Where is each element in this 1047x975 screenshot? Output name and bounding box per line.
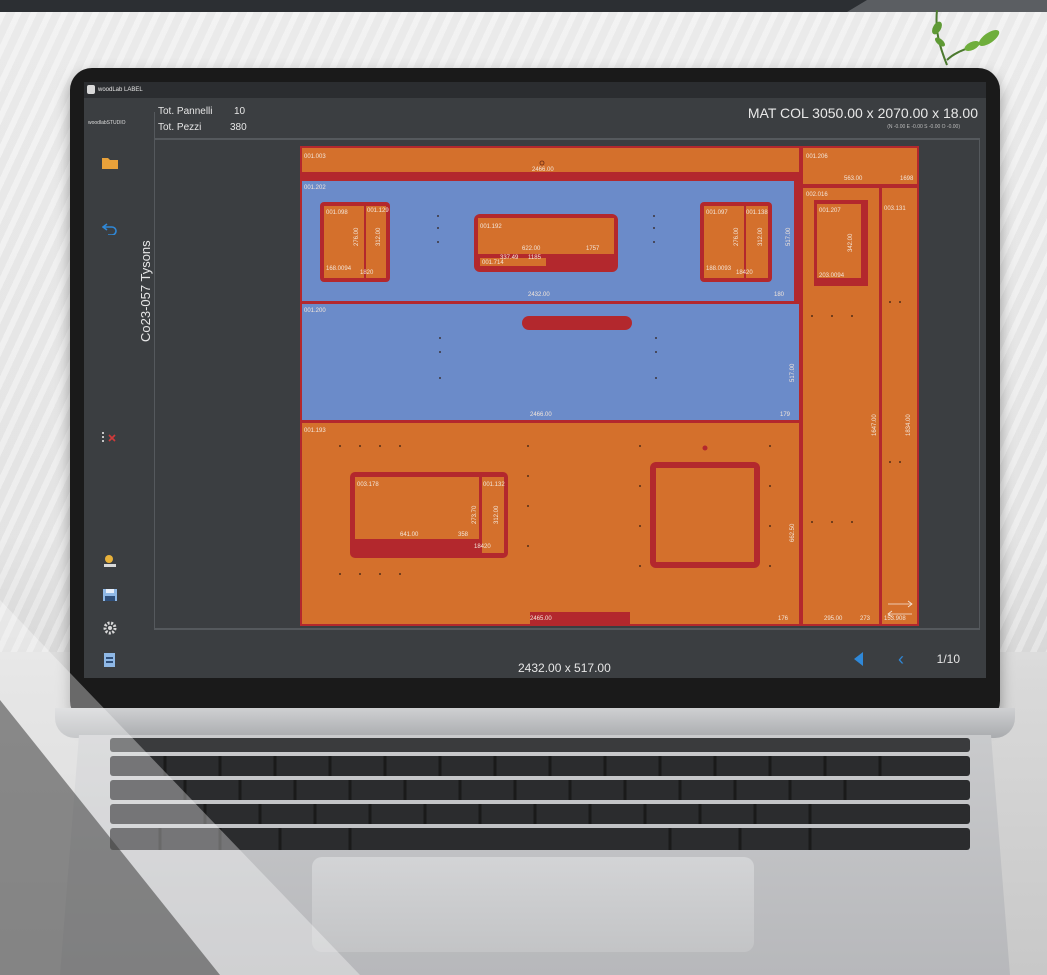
svg-text:001.138: 001.138	[746, 210, 768, 216]
svg-text:001.192: 001.192	[480, 224, 502, 230]
svg-text:168.0094: 168.0094	[326, 266, 352, 272]
svg-text:2466.00: 2466.00	[532, 167, 554, 173]
folder-icon[interactable]	[102, 156, 118, 173]
svg-text:2465.00: 2465.00	[530, 616, 552, 622]
svg-text:001.200: 001.200	[304, 308, 326, 314]
svg-text:003.131: 003.131	[884, 206, 906, 212]
svg-text:180: 180	[774, 292, 785, 298]
keyboard	[110, 738, 970, 850]
window-title: woodLab LABEL	[98, 87, 143, 93]
panels-label: Tot. Pannelli	[158, 106, 213, 117]
svg-text:001.207: 001.207	[819, 208, 841, 214]
svg-text:517.00: 517.00	[790, 363, 796, 382]
svg-text:273: 273	[860, 616, 871, 622]
svg-text:001.193: 001.193	[304, 428, 326, 434]
first-page-button[interactable]	[854, 652, 863, 666]
app-screen: woodLab LABEL woodlabSTUDIO Co23-057 Tys…	[84, 82, 986, 678]
laptop-hinge	[55, 708, 1015, 738]
svg-text:662.50: 662.50	[790, 523, 796, 542]
svg-text:1820: 1820	[360, 270, 374, 276]
sidebar: woodlabSTUDIO	[84, 98, 136, 678]
svg-text:18420: 18420	[736, 270, 753, 276]
prev-page-chevron-icon[interactable]: ‹	[898, 650, 904, 668]
svg-text:1185: 1185	[528, 255, 542, 261]
svg-text:001.129: 001.129	[367, 208, 389, 214]
svg-text:312.00: 312.00	[758, 227, 764, 246]
svg-text:203.0094: 203.0094	[819, 273, 845, 279]
material-offsets: (N -0.00 E -0.00 S -0.00 O -0.00)	[887, 124, 960, 130]
svg-text:003.178: 003.178	[357, 482, 379, 488]
undo-icon[interactable]	[101, 222, 118, 239]
svg-text:001.003: 001.003	[304, 154, 326, 160]
material-title: MAT COL 3050.00 x 2070.00 x 18.00	[747, 105, 978, 121]
panel-001-193[interactable]: 001.193 2465.00 176 662.50 003.178 001.1…	[302, 423, 799, 624]
svg-text:176: 176	[778, 616, 789, 622]
svg-text:563.00: 563.00	[844, 176, 863, 182]
svg-text:276.00: 276.00	[354, 227, 360, 246]
svg-text:517.00: 517.00	[786, 227, 792, 246]
svg-text:273.70: 273.70	[472, 505, 478, 524]
export-file-icon[interactable]	[102, 652, 118, 672]
svg-text:1698: 1698	[900, 176, 914, 182]
svg-text:641.00: 641.00	[400, 532, 419, 538]
svg-text:295.00: 295.00	[824, 616, 843, 622]
project-name: Co23-057 Tysons	[138, 240, 153, 342]
panel-001-206[interactable]: 001.206 563.00 1698	[803, 148, 917, 184]
svg-text:2432.00: 2432.00	[528, 292, 550, 298]
svg-text:337.49: 337.49	[500, 255, 519, 261]
panels-value: 10	[234, 106, 246, 117]
svg-text:001.097: 001.097	[706, 210, 728, 216]
panel-001-202[interactable]: 001.202 2432.00 180 517.00 001.098 001.1…	[302, 181, 794, 301]
svg-text:18420: 18420	[474, 544, 491, 550]
svg-text:312.00: 312.00	[494, 505, 500, 524]
save-icon[interactable]	[102, 588, 118, 606]
svg-text:153.908: 153.908	[884, 616, 906, 622]
pieces-value: 380	[230, 122, 247, 133]
svg-text:001.206: 001.206	[806, 154, 828, 160]
brand-label: woodlabSTUDIO	[88, 120, 126, 126]
panel-001-003[interactable]: 001.003 2466.00	[302, 148, 799, 178]
window-titlebar: woodLab LABEL	[84, 82, 986, 98]
svg-text:312.00: 312.00	[376, 227, 382, 246]
trackpad	[312, 857, 754, 952]
svg-text:001.132: 001.132	[483, 482, 505, 488]
panel-001-200[interactable]: 001.200 2466.00 179 517.00	[302, 304, 799, 420]
panel-003-131[interactable]: 003.131 1834.00 153.908	[882, 188, 917, 624]
svg-text:1647.00: 1647.00	[872, 414, 878, 436]
svg-text:1757: 1757	[586, 246, 600, 252]
page-indicator: 1/10	[936, 652, 960, 666]
panel-002-016[interactable]: 002.016 001.207 203.0094 342.00 1647.00 …	[803, 188, 879, 624]
app-logo-icon	[87, 85, 95, 94]
svg-text:358: 358	[458, 532, 469, 538]
svg-text:342.00: 342.00	[848, 233, 854, 252]
svg-text:276.00: 276.00	[734, 227, 740, 246]
svg-text:179: 179	[780, 412, 791, 418]
svg-text:002.016: 002.016	[806, 192, 828, 198]
svg-text:001.202: 001.202	[304, 185, 326, 191]
user-settings-icon[interactable]	[102, 554, 118, 572]
svg-text:001.098: 001.098	[326, 210, 348, 216]
svg-text:188.0093: 188.0093	[706, 266, 732, 272]
svg-text:622.00: 622.00	[522, 246, 541, 252]
svg-text:2466.00: 2466.00	[530, 412, 552, 418]
selected-panel-size: 2432.00 x 517.00	[518, 661, 611, 675]
nesting-layout[interactable]: 001.003 2466.00 001.202 2432.00 180 517.…	[300, 146, 919, 626]
delete-icon[interactable]	[102, 430, 118, 447]
settings-gear-icon[interactable]	[102, 620, 118, 640]
pieces-label: Tot. Pezzi	[158, 122, 202, 133]
footer-divider	[154, 629, 980, 630]
svg-text:1834.00: 1834.00	[906, 414, 912, 436]
